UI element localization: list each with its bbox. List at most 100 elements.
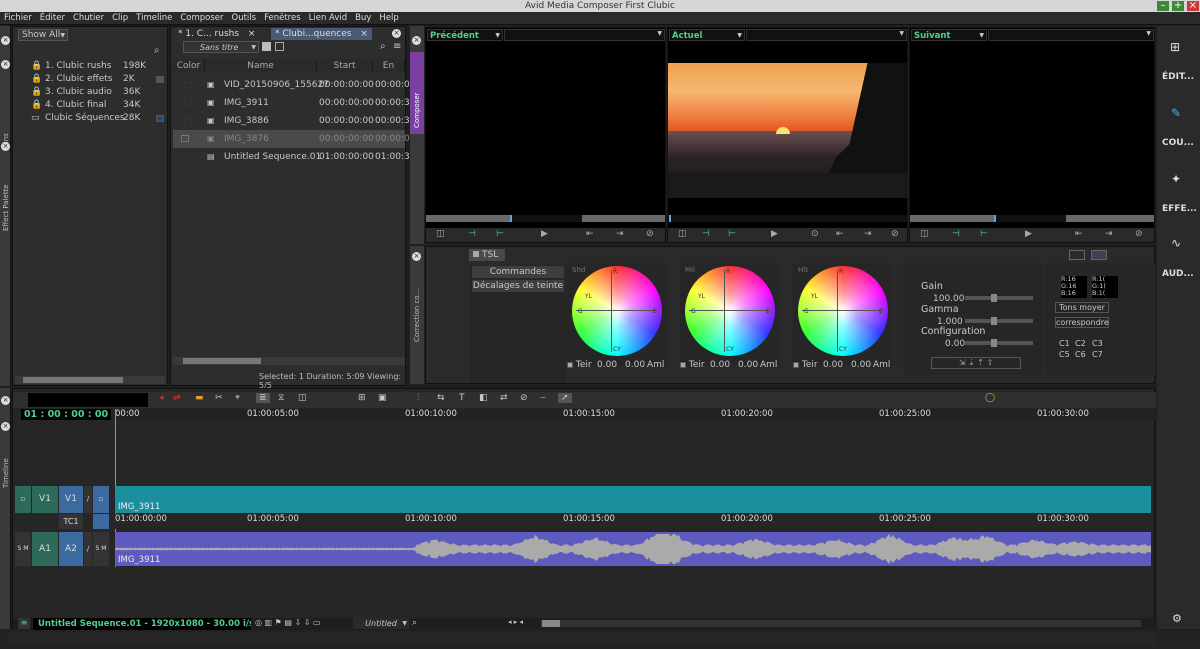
tool-edit[interactable]: ÉDIT... — [1162, 72, 1194, 82]
bin-view-select[interactable]: Sans titre ▼ — [183, 41, 259, 53]
col-end[interactable]: En — [373, 59, 405, 73]
track-lock-icon[interactable]: ▫ — [93, 486, 109, 513]
scrollbar-thumb[interactable] — [23, 377, 123, 383]
segment-icon[interactable]: ⧖ — [278, 393, 284, 403]
step-forward-icon[interactable]: ⇥ — [616, 229, 624, 239]
timeline-dropdown[interactable] — [28, 393, 148, 407]
no-entry-icon[interactable]: ⊘ — [891, 229, 899, 239]
step-back-icon[interactable]: ⇤ — [836, 229, 844, 239]
tc-track-toggle[interactable] — [93, 514, 109, 529]
play-icon[interactable]: ▶ — [541, 229, 548, 239]
mark-in-icon[interactable]: ⊣ — [468, 229, 476, 239]
zoom-arrows[interactable]: ◂ ▸ ◂ — [508, 618, 523, 626]
a1-source-track[interactable]: A1 — [32, 532, 58, 566]
audio-solo-mute-2[interactable]: S M — [93, 532, 109, 566]
no-entry-icon[interactable]: ⊘ — [520, 393, 528, 403]
tons-moyens-button[interactable]: Tons moyer — [1055, 302, 1109, 313]
gear-icon[interactable]: ⚙ — [1172, 612, 1182, 625]
tab-sequences[interactable]: * Clubi...quences × — [271, 28, 372, 40]
close-icon[interactable]: × — [1, 422, 10, 431]
commandes-button[interactable]: Commandes — [472, 266, 564, 278]
table-row[interactable]: ▤ Untitled Sequence.01 01:00:00:00 01:00:3 — [173, 148, 410, 166]
tool-audio[interactable]: AUD... — [1162, 269, 1194, 279]
bin-item[interactable]: 🔒 2. Clubic effets 2K — [13, 73, 169, 86]
lift-icon[interactable]: ⇌ — [173, 393, 181, 403]
preset-c5[interactable]: C5 — [1059, 350, 1070, 359]
v1-record-track[interactable]: V1 — [59, 486, 83, 513]
brush-icon[interactable]: ✎ — [1171, 106, 1181, 120]
mark-in-icon[interactable]: ⊣ — [702, 229, 710, 239]
scrollbar-thumb[interactable] — [542, 620, 560, 627]
close-icon[interactable]: × — [1, 60, 10, 69]
square-icon[interactable]: ◫ — [920, 229, 929, 239]
col-start[interactable]: Start — [317, 59, 373, 73]
bins-scrollbar[interactable] — [15, 376, 165, 384]
preset-c7[interactable]: C7 — [1092, 350, 1103, 359]
preset-c3[interactable]: C3 — [1092, 339, 1103, 348]
bin-item[interactable]: ▭ Clubic Séquences 28K — [13, 112, 169, 125]
bin-item[interactable]: 🔒 3. Clubic audio 36K — [13, 86, 169, 99]
minimize-button[interactable]: – — [1157, 1, 1169, 11]
close-tab-icon[interactable]: × — [360, 29, 368, 39]
timeline-ruler[interactable]: 00:00 01:00:05:00 01:00:10:00 01:00:15:0… — [115, 409, 1156, 420]
scrollbar-thumb[interactable] — [183, 358, 261, 364]
monitor-current-info[interactable]: ▼ — [746, 29, 907, 41]
menu-editer[interactable]: Éditer — [36, 12, 69, 25]
cc-tools[interactable]: ⇲ ⇣ ⇡ ⇧ — [931, 357, 1021, 369]
audio-clip[interactable]: IMG_3911 — [115, 532, 1151, 566]
monitor-next-info[interactable]: ▼ — [988, 29, 1154, 41]
show-all-select[interactable]: Show All ▼ — [18, 29, 68, 41]
mark-out-icon[interactable]: ⊢ — [496, 229, 504, 239]
split-icon[interactable]: ◫ — [298, 393, 307, 403]
play-icon[interactable]: ▶ — [771, 229, 778, 239]
preset-c6[interactable]: C6 — [1075, 350, 1086, 359]
shadow-color-wheel[interactable] — [572, 266, 662, 356]
window-icon[interactable] — [1091, 250, 1107, 260]
extract-icon[interactable]: ▬ — [195, 393, 204, 403]
preset-c2[interactable]: C2 — [1075, 339, 1086, 348]
tc1-track[interactable]: TC1 — [59, 514, 83, 529]
transition-icon[interactable]: ⇆ — [437, 393, 445, 403]
monitor-previous-label[interactable]: Précédent ▼ — [427, 29, 503, 41]
menu-fichier[interactable]: Fichier — [0, 12, 36, 25]
menu-icon[interactable]: ≡ — [393, 41, 401, 52]
grid-icon[interactable]: ⊞ — [1170, 40, 1180, 54]
list-icon[interactable]: ≣ — [256, 393, 270, 403]
preset-c1[interactable]: C1 — [1059, 339, 1070, 348]
camera-icon[interactable]: ▣ — [378, 393, 387, 403]
bin-item[interactable]: 🔒 4. Clubic final 34K — [13, 99, 169, 112]
highlight-color-wheel[interactable] — [798, 266, 888, 356]
menu-chutier[interactable]: Chutier — [69, 12, 108, 25]
step-forward-icon[interactable]: ⇥ — [1105, 229, 1113, 239]
config-slider[interactable] — [965, 339, 1033, 347]
menu-outils[interactable]: Outils — [228, 12, 261, 25]
sync-lock-icon[interactable]: ∕ — [84, 532, 92, 566]
menu-timeline[interactable]: Timeline — [132, 12, 176, 25]
menu-buy[interactable]: Buy — [351, 12, 375, 25]
menu-fenetres[interactable]: Fenêtres — [260, 12, 305, 25]
table-row-selected[interactable]: ▣ IMG_3876 00:00:00:00 00:00:0 — [173, 130, 410, 148]
close-tab-icon[interactable]: × — [248, 29, 256, 39]
scrub-bar[interactable] — [668, 215, 908, 222]
menu-help[interactable]: Help — [375, 12, 402, 25]
monitor-current-label[interactable]: Actuel ▼ — [669, 29, 745, 41]
scrub-bar[interactable] — [910, 215, 1154, 222]
decalages-button[interactable]: Décalages de teinte — [472, 280, 564, 292]
curve-icon[interactable]: ⌣ — [540, 393, 546, 403]
mark-out-icon[interactable]: ⊢ — [980, 229, 988, 239]
tool-effects[interactable]: EFFE... — [1162, 204, 1197, 214]
monitor-previous-info[interactable]: ▼ — [504, 29, 665, 41]
tool-color[interactable]: COU... — [1162, 138, 1194, 148]
mixer-icon[interactable]: ⫶ — [417, 393, 419, 403]
search-icon[interactable]: ⌕ — [412, 618, 417, 628]
table-row[interactable]: ▣ IMG_3886 00:00:00:00 00:00:3 — [173, 112, 410, 130]
gamma-slider[interactable] — [965, 317, 1033, 325]
timeline-tools-icons[interactable]: ◎ ▥ ⚑ ▤ ⇩ ⇩ ▭ — [255, 618, 321, 627]
frame-view-icon[interactable] — [262, 42, 271, 51]
contrast-icon[interactable]: ◧ — [479, 393, 488, 403]
scrub-bar[interactable] — [426, 215, 665, 222]
select-arrow-icon[interactable]: ➚ — [558, 393, 572, 403]
correspondre-button[interactable]: correspondre — [1055, 317, 1109, 328]
search-icon[interactable]: ⌕ — [154, 45, 160, 56]
close-icon[interactable]: × — [392, 29, 401, 38]
